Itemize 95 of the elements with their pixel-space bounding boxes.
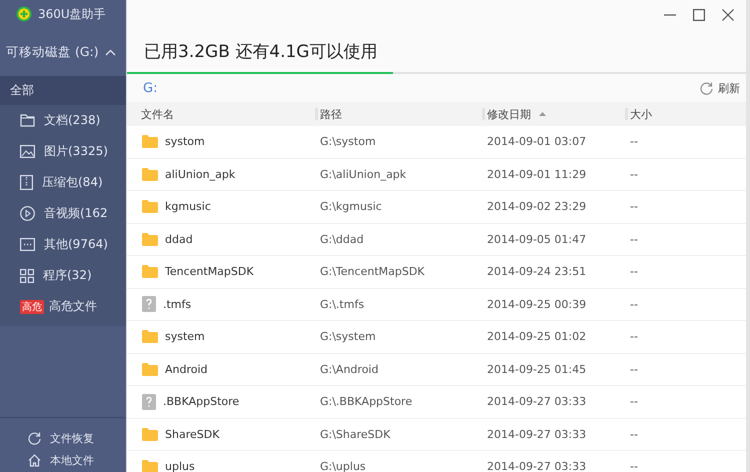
path-cell-text: G:\.tmfs bbox=[319, 298, 366, 311]
size-cell-text: -- bbox=[629, 395, 639, 408]
file-name: kgmusic bbox=[165, 200, 211, 214]
size-cell-text: -- bbox=[629, 428, 639, 441]
file-row[interactable]: ShareSDK G:\ShareSDK 2014-09-27 03:33 -- bbox=[127, 418, 746, 451]
date-cell-text: 2014-09-24 23:51 bbox=[486, 265, 588, 278]
unknown-file-icon bbox=[142, 296, 156, 312]
file-name: system bbox=[165, 330, 205, 344]
path-cell-text: G:\ddad bbox=[319, 232, 365, 246]
folder-icon bbox=[142, 265, 158, 278]
more-icon bbox=[20, 238, 35, 251]
size-cell-text: -- bbox=[629, 200, 639, 214]
refresh-icon bbox=[28, 432, 41, 444]
file-row[interactable]: system G:\system 2014-09-25 01:02 -- bbox=[127, 321, 746, 354]
size-cell-text: -- bbox=[629, 298, 639, 311]
size-cell-text: -- bbox=[629, 330, 639, 344]
folder-icon bbox=[142, 428, 158, 441]
app-title: 360U盘助手 bbox=[38, 6, 106, 22]
archive-icon bbox=[20, 175, 33, 190]
home-icon bbox=[28, 454, 41, 466]
footer-link[interactable]: 本地文件 bbox=[28, 452, 126, 468]
column-header[interactable]: 路径 bbox=[315, 108, 482, 120]
folder-icon bbox=[142, 362, 158, 376]
file-name: TencentMapSDK bbox=[165, 265, 254, 278]
sidebar-item[interactable]: 全部 bbox=[0, 76, 126, 105]
path-cell-text: G:\system bbox=[319, 330, 377, 344]
file-row[interactable]: .tmfs G:\.tmfs 2014-09-25 00:39 -- bbox=[127, 288, 746, 321]
path-cell-text: G:\ShareSDK bbox=[319, 428, 392, 441]
file-name: systom bbox=[165, 135, 205, 148]
file-row[interactable]: kgmusic G:\kgmusic 2014-09-02 23:29 -- bbox=[127, 191, 746, 224]
folder-icon bbox=[142, 200, 158, 214]
file-name: ddad bbox=[165, 232, 193, 246]
unknown-file-icon bbox=[142, 394, 156, 410]
sidebar-item[interactable]: 图片(3325) bbox=[0, 136, 126, 167]
sidebar-item[interactable]: 文档(238) bbox=[0, 105, 126, 136]
path-text: G: bbox=[143, 80, 158, 96]
size-cell-text: -- bbox=[629, 460, 639, 472]
file-row[interactable]: .BBKAppStore G:\.BBKAppStore 2014-09-27 03:33 -- bbox=[127, 386, 746, 418]
path-cell-text: G:\.BBKAppStore bbox=[319, 395, 414, 408]
sidebar-item[interactable]: 高危 高危文件 bbox=[0, 291, 126, 322]
date-cell-text: 2014-09-27 03:33 bbox=[486, 395, 588, 408]
close-icon[interactable] bbox=[722, 9, 734, 21]
file-row[interactable]: aliUnion_apk G:\aliUnion_apk 2014-09-01 11:29 -- bbox=[127, 158, 746, 191]
date-cell-text: 2014-09-01 03:07 bbox=[486, 135, 588, 148]
usage-text: 已用3.2GB 还有4.1G可以使用 bbox=[143, 40, 378, 64]
path-cell-text: G:\TencentMapSDK bbox=[319, 265, 426, 278]
warning-badge: 高危 bbox=[20, 300, 44, 314]
play-icon bbox=[20, 206, 35, 221]
maximize-icon[interactable] bbox=[693, 9, 705, 21]
size-cell-text: -- bbox=[629, 135, 639, 148]
date-cell-text: 2014-09-05 01:47 bbox=[486, 232, 588, 246]
folder-icon bbox=[142, 135, 158, 148]
image-icon bbox=[20, 145, 35, 158]
file-row[interactable]: TencentMapSDK G:\TencentMapSDK 2014-09-24 23:51 -- bbox=[127, 256, 746, 288]
sidebar-item[interactable]: 压缩包(84) bbox=[0, 167, 126, 198]
path-cell-text: G:\systom bbox=[319, 135, 377, 148]
folder-icon bbox=[142, 168, 158, 181]
footer-link[interactable]: 文件恢复 bbox=[28, 430, 126, 446]
date-cell-text: 2014-09-25 01:45 bbox=[486, 362, 588, 376]
path-cell-text: G:\aliUnion_apk bbox=[319, 168, 408, 181]
file-name: .BBKAppStore bbox=[163, 395, 240, 408]
sidebar-item[interactable]: 其他(9764) bbox=[0, 229, 126, 260]
file-row[interactable]: Android G:\Android 2014-09-25 01:45 -- bbox=[127, 354, 746, 386]
drive-header[interactable]: 可移动磁盘 (G:) bbox=[0, 28, 126, 76]
sidebar-item[interactable]: 程序(32) bbox=[0, 260, 126, 291]
folder-icon bbox=[142, 460, 158, 472]
column-header[interactable]: 大小 bbox=[625, 108, 746, 120]
sidebar-item[interactable]: 音视频(162 bbox=[0, 198, 126, 229]
file-name: Android bbox=[165, 362, 208, 376]
date-cell-text: 2014-09-27 03:33 bbox=[486, 428, 588, 441]
folder-icon bbox=[142, 232, 158, 246]
column-header[interactable]: 文件名 bbox=[139, 108, 315, 120]
plus-logo-icon bbox=[16, 6, 32, 22]
date-cell-text: 2014-09-01 11:29 bbox=[486, 168, 588, 181]
file-row[interactable]: ddad G:\ddad 2014-09-05 01:47 -- bbox=[127, 224, 746, 256]
size-cell-text: -- bbox=[629, 362, 639, 376]
size-cell-text: -- bbox=[629, 265, 639, 278]
date-cell-text: 2014-09-27 03:33 bbox=[486, 460, 588, 472]
folder-icon bbox=[20, 114, 35, 127]
file-name: ShareSDK bbox=[165, 428, 220, 441]
date-cell-text: 2014-09-25 01:02 bbox=[486, 330, 588, 344]
date-cell-text: 2014-09-25 00:39 bbox=[486, 298, 588, 311]
refresh-button[interactable]: 刷新 bbox=[700, 80, 740, 96]
size-cell-text: -- bbox=[629, 168, 639, 181]
file-row[interactable]: systom G:\systom 2014-09-01 03:07 -- bbox=[127, 126, 746, 158]
grid-icon bbox=[20, 268, 34, 282]
date-cell-text: 2014-09-02 23:29 bbox=[486, 200, 588, 214]
file-name: .tmfs bbox=[163, 298, 192, 311]
refresh-icon bbox=[700, 82, 713, 94]
folder-icon bbox=[142, 330, 158, 344]
column-header[interactable]: 修改日期 bbox=[482, 108, 625, 120]
path-cell-text: G:\kgmusic bbox=[319, 200, 383, 214]
file-name: aliUnion_apk bbox=[165, 168, 236, 181]
path-cell-text: G:\Android bbox=[319, 362, 380, 376]
size-cell-text: -- bbox=[629, 232, 639, 246]
